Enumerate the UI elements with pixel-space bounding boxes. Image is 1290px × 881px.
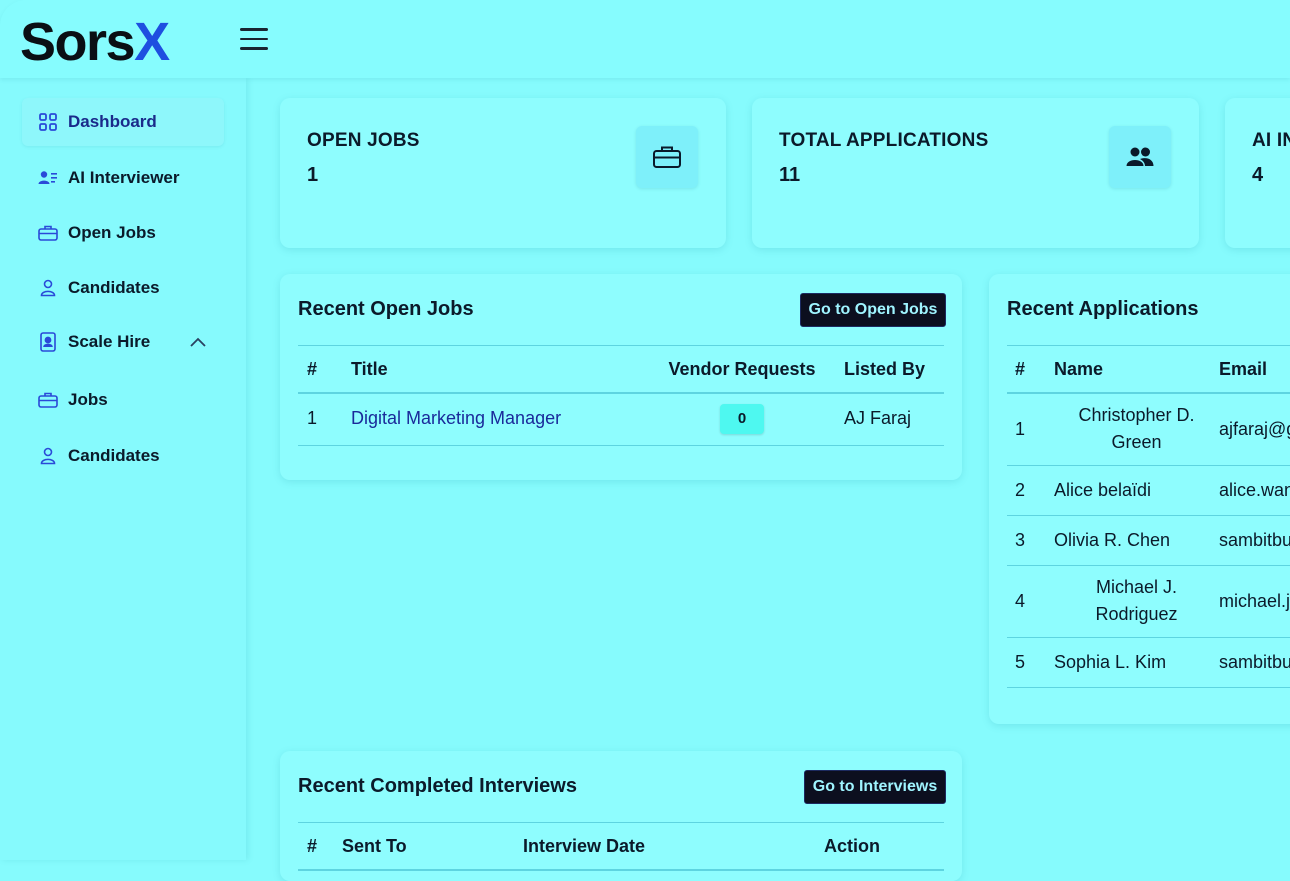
applicant-email: michael.j. bbox=[1219, 590, 1290, 611]
sidebar-item-scale-hire[interactable]: Scale Hire bbox=[22, 318, 224, 366]
stat-value: 4 bbox=[1252, 164, 1264, 186]
badge-icon bbox=[38, 332, 58, 352]
recent-applications-card: Recent Applications # Name Email 1 Chris… bbox=[989, 274, 1290, 724]
top-bar: SorsX bbox=[0, 0, 1290, 78]
briefcase-icon bbox=[636, 126, 698, 188]
user-list-icon bbox=[38, 168, 58, 188]
row-number: 3 bbox=[1015, 529, 1026, 550]
sidebar-item-ai-interviewer[interactable]: AI Interviewer bbox=[22, 154, 224, 202]
applicant-name[interactable]: Alice belaïdi bbox=[1054, 465, 1219, 515]
column-header: # bbox=[307, 358, 318, 379]
column-header: # bbox=[307, 835, 318, 856]
sidebar-item-label: AI Interviewer bbox=[68, 168, 180, 187]
table-row: 4 Michael J. Rodriguez michael.j. bbox=[1007, 565, 1290, 637]
app-logo[interactable]: SorsX bbox=[20, 12, 170, 72]
user-icon bbox=[38, 278, 58, 298]
recent-jobs-table: # Title Vendor Requests Listed By 1 Digi… bbox=[298, 345, 944, 446]
stat-label: OPEN JOBS bbox=[307, 130, 420, 151]
briefcase-icon bbox=[38, 223, 58, 243]
column-header: Sent To bbox=[342, 835, 407, 856]
row-number: 1 bbox=[1015, 418, 1026, 439]
sidebar-item-label: Candidates bbox=[68, 446, 160, 465]
stat-value: 11 bbox=[779, 164, 801, 186]
sidebar-item-dashboard[interactable]: Dashboard bbox=[22, 98, 224, 146]
column-header: Listed By bbox=[844, 358, 926, 379]
sidebar-item-label: Dashboard bbox=[68, 112, 157, 131]
vendor-requests-badge: 0 bbox=[720, 404, 764, 434]
card-title: Recent Applications bbox=[1007, 298, 1199, 320]
applicant-email: sambitbu bbox=[1219, 529, 1290, 550]
row-number: 4 bbox=[1015, 590, 1026, 611]
sidebar-item-open-jobs[interactable]: Open Jobs bbox=[22, 209, 224, 257]
chevron-up-icon[interactable] bbox=[190, 334, 206, 352]
table-row: 3 Olivia R. Chen sambitbu bbox=[1007, 515, 1290, 565]
recent-interviews-table: # Sent To Interview Date Action bbox=[298, 822, 944, 871]
row-number: 2 bbox=[1015, 479, 1026, 500]
applicant-email: sambitbu bbox=[1219, 651, 1290, 672]
recent-interviews-card: Recent Completed Interviews Go to Interv… bbox=[280, 751, 962, 881]
stat-card-ai-interviews[interactable]: AI IN 4 bbox=[1225, 98, 1290, 248]
sidebar-item-label: Jobs bbox=[68, 390, 108, 409]
briefcase-icon bbox=[38, 390, 58, 410]
sidebar-item-jobs[interactable]: Jobs bbox=[22, 376, 224, 424]
stat-value: 1 bbox=[307, 164, 319, 186]
menu-toggle-icon[interactable] bbox=[240, 28, 268, 54]
applicant-email: alice.wan bbox=[1219, 479, 1290, 500]
column-header: Title bbox=[351, 358, 388, 379]
column-header: Interview Date bbox=[523, 835, 646, 856]
go-to-interviews-button[interactable]: Go to Interviews bbox=[804, 770, 946, 804]
user-icon bbox=[38, 446, 58, 466]
job-title-link[interactable]: Digital Marketing Manager bbox=[351, 408, 561, 428]
applicant-email: ajfaraj@g bbox=[1219, 418, 1290, 439]
card-title: Recent Completed Interviews bbox=[298, 775, 577, 797]
column-header: Action bbox=[824, 835, 880, 856]
column-header: Vendor Requests bbox=[668, 358, 816, 379]
table-row: 1 Christopher D. Green ajfaraj@g bbox=[1007, 393, 1290, 465]
recent-applications-table: # Name Email 1 Christopher D. Green ajfa… bbox=[1007, 345, 1290, 688]
column-header: Email bbox=[1219, 358, 1268, 379]
grid-icon bbox=[38, 112, 58, 132]
sidebar-item-candidates[interactable]: Candidates bbox=[22, 264, 224, 312]
applicant-name[interactable]: Michael J. Rodriguez bbox=[1067, 574, 1207, 628]
applicant-name[interactable]: Sophia L. Kim bbox=[1054, 637, 1219, 687]
table-row: 5 Sophia L. Kim sambitbu bbox=[1007, 637, 1290, 687]
row-number: 5 bbox=[1015, 651, 1026, 672]
stat-card-total-applications[interactable]: TOTAL APPLICATIONS 11 bbox=[752, 98, 1199, 248]
column-header: Name bbox=[1054, 358, 1104, 379]
column-header: # bbox=[1015, 358, 1026, 379]
recent-open-jobs-card: Recent Open Jobs Go to Open Jobs # Title… bbox=[280, 274, 962, 480]
stat-card-open-jobs[interactable]: OPEN JOBS 1 bbox=[280, 98, 726, 248]
sidebar-item-candidates-2[interactable]: Candidates bbox=[22, 432, 224, 480]
listed-by: AJ Faraj bbox=[844, 408, 912, 428]
stat-label: AI IN bbox=[1252, 130, 1290, 151]
go-to-open-jobs-button[interactable]: Go to Open Jobs bbox=[800, 293, 946, 327]
applicant-name[interactable]: Christopher D. Green bbox=[1067, 402, 1207, 456]
table-row: 1 Digital Marketing Manager 0 AJ Faraj bbox=[298, 393, 944, 445]
sidebar-item-label: Candidates bbox=[68, 278, 160, 297]
applicant-name[interactable]: Olivia R. Chen bbox=[1054, 515, 1219, 565]
sidebar-item-label: Scale Hire bbox=[68, 332, 151, 351]
users-icon bbox=[1109, 126, 1171, 188]
row-number: 1 bbox=[307, 408, 318, 428]
sidebar-item-label: Open Jobs bbox=[68, 223, 156, 242]
table-row: 2 Alice belaïdi alice.wan bbox=[1007, 465, 1290, 515]
stat-label: TOTAL APPLICATIONS bbox=[779, 130, 989, 151]
card-title: Recent Open Jobs bbox=[298, 298, 474, 320]
sidebar: Dashboard AI Interviewer Open Jobs Candi… bbox=[0, 78, 246, 860]
